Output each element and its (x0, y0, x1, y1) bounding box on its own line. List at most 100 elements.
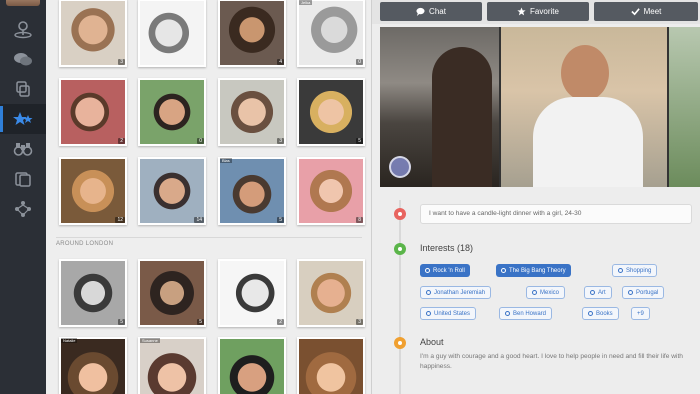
gallery-photo[interactable] (501, 27, 667, 187)
profile-photo (299, 80, 363, 144)
profile-tile[interactable]: 14 (138, 157, 206, 225)
nav-messages[interactable] (0, 44, 46, 74)
nav-search[interactable] (0, 134, 46, 164)
interest-chip[interactable]: Ben Howard (499, 307, 553, 320)
profile-tile[interactable]: Natalie (59, 337, 127, 394)
profile-tile[interactable]: 12 (59, 157, 127, 225)
nav-encounters[interactable] (0, 164, 46, 194)
profile-tile[interactable]: 2 (218, 259, 286, 327)
photo-count: 0 (356, 59, 363, 65)
profile-tile[interactable]: Jelka 0 (297, 0, 365, 67)
interest-chip[interactable]: Books (582, 307, 619, 320)
status-dot-icon (394, 208, 406, 220)
action-bar: Chat Favorite Meet (372, 0, 700, 24)
cards-icon (15, 172, 31, 187)
profile-photo (140, 159, 204, 223)
photo-count: 5 (356, 138, 363, 144)
interest-chip[interactable]: Shopping (612, 264, 658, 277)
nav-activity[interactable] (0, 194, 46, 224)
messages-icon (14, 53, 32, 66)
profile-photo (61, 339, 125, 394)
profile-tile[interactable]: 3 (297, 259, 365, 327)
interest-chip[interactable]: Jonathan Jeremiah (420, 286, 492, 299)
profile-photo (220, 159, 284, 223)
chat-button[interactable]: Chat (380, 2, 482, 21)
photo-gallery[interactable] (380, 27, 700, 187)
profile-tile[interactable] (218, 337, 286, 394)
verified-icon[interactable] (389, 156, 411, 178)
interests-title: Interests (18) (420, 243, 474, 253)
interest-chip[interactable]: Rock 'n Roll (420, 264, 470, 277)
profile-tile[interactable]: Susanne (138, 337, 206, 394)
globe-icon (628, 290, 633, 295)
section-heading: AROUND LONDON (56, 237, 362, 249)
profile-tile[interactable]: 2 (59, 78, 127, 146)
photo-count: 5 (118, 319, 125, 325)
profile-name: Natalie (61, 338, 78, 343)
bag-icon (618, 268, 623, 273)
globe-icon (532, 290, 537, 295)
nav-visitors[interactable] (0, 74, 46, 104)
profile-photo (140, 261, 204, 325)
profile-photo (299, 339, 363, 394)
music-icon (425, 268, 430, 273)
profile-tile[interactable] (297, 337, 365, 394)
photo-face (561, 45, 609, 101)
profile-photo (61, 159, 125, 223)
about-dot-icon (394, 337, 406, 349)
profile-photo (299, 1, 363, 65)
photo-count: 8 (356, 217, 363, 223)
photo-count: 2 (118, 138, 125, 144)
globe-icon (426, 311, 431, 316)
profile-tile[interactable]: 0 (138, 78, 206, 146)
profile-name: Jelka (299, 0, 313, 5)
app-window: 3 4 Jelka 0 2 0 3 5 12 14 Blas 5 8 AROUN… (0, 0, 700, 394)
profile-tile[interactable]: 3 (59, 0, 127, 67)
profile-tile[interactable]: 5 (138, 259, 206, 327)
tree-icon (15, 201, 31, 217)
profile-photo (140, 80, 204, 144)
nav-favorites[interactable] (0, 104, 46, 134)
interest-chip[interactable]: The Big Bang Theory (496, 264, 571, 277)
profile-tile[interactable]: Blas 5 (218, 157, 286, 225)
profile-photo (140, 339, 204, 394)
meet-button[interactable]: Meet (594, 2, 698, 21)
profile-detail: Chat Favorite Meet I want to have a cand… (372, 0, 700, 394)
profile-tile[interactable]: 5 (297, 78, 365, 146)
profile-photo (220, 80, 284, 144)
photo-count: 3 (277, 138, 284, 144)
status-message: I want to have a candle-light dinner wit… (420, 204, 692, 224)
interest-chip[interactable]: Mexico (526, 286, 566, 299)
profile-photo (61, 1, 125, 65)
interest-chip[interactable]: Portugal (622, 286, 665, 299)
favorite-button[interactable]: Favorite (487, 2, 589, 21)
favorites-icon (13, 112, 33, 125)
chat-icon (416, 7, 425, 16)
people-grid: 3 4 Jelka 0 2 0 3 5 12 14 Blas 5 8 AROUN… (46, 0, 372, 394)
about-text: I'm a guy with courage and a good heart.… (420, 353, 683, 370)
photo-count: 5 (197, 319, 204, 325)
user-avatar[interactable] (6, 0, 40, 6)
photo-count: 12 (115, 217, 125, 223)
profile-photo (299, 159, 363, 223)
timeline-line (399, 200, 401, 394)
profile-tile[interactable]: 5 (59, 259, 127, 327)
interest-chip[interactable]: United States (420, 307, 477, 320)
photo-count: 5 (277, 217, 284, 223)
profile-tile[interactable] (138, 0, 206, 67)
profile-tile[interactable]: 8 (297, 157, 365, 225)
music-icon (426, 290, 431, 295)
interest-chip[interactable]: Art (584, 286, 612, 299)
gallery-photo[interactable] (669, 27, 700, 187)
profile-name: Susanne (140, 338, 160, 343)
palette-icon (590, 290, 595, 295)
profile-tile[interactable]: 3 (218, 78, 286, 146)
photo-count: 2 (277, 319, 284, 325)
photo-count: 3 (356, 319, 363, 325)
more-interests-chip[interactable]: +9 (631, 307, 650, 320)
sidebar-nav (0, 0, 46, 394)
star-icon (517, 7, 526, 16)
nav-nearby[interactable] (0, 14, 46, 44)
profile-tile[interactable]: 4 (218, 0, 286, 67)
profile-photo (299, 261, 363, 325)
